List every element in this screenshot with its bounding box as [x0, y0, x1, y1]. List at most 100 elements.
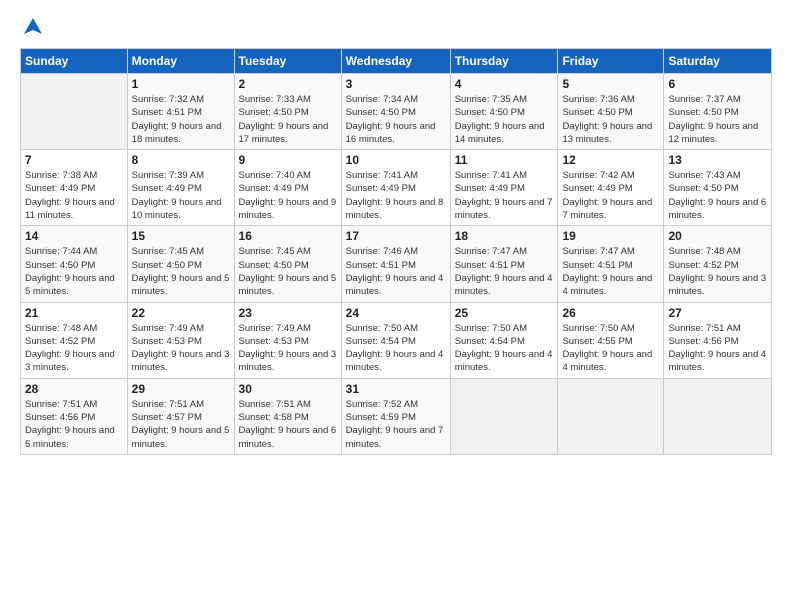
calendar-week-row: 21 Sunrise: 7:48 AM Sunset: 4:52 PM Dayli… [21, 302, 772, 378]
calendar-cell: 15Sunrise: 7:45 AM Sunset: 4:50 PM Dayli… [127, 226, 234, 302]
day-number: 26 [562, 306, 659, 320]
calendar-cell: 19 Sunrise: 7:47 AM Sunset: 4:51 PM Dayli… [558, 226, 664, 302]
day-number: 28 [25, 382, 123, 396]
calendar-cell: 7 Sunrise: 7:38 AM Sunset: 4:49 PM Daylig… [21, 150, 128, 226]
day-of-week-header: Wednesday [341, 49, 450, 74]
day-number: 29 [132, 382, 230, 396]
day-info: Sunrise: 7:47 AM Sunset: 4:51 PM Dayligh… [455, 245, 554, 298]
calendar-cell [450, 378, 558, 454]
day-number: 9 [239, 153, 337, 167]
day-info: Sunrise: 7:50 AM Sunset: 4:54 PM Dayligh… [455, 322, 554, 375]
day-number: 4 [455, 77, 554, 91]
day-info: Sunrise: 7:50 AM Sunset: 4:54 PM Dayligh… [346, 322, 446, 375]
day-info: Sunrise: 7:51 AM Sunset: 4:56 PM Dayligh… [668, 322, 767, 375]
calendar-week-row: 1 Sunrise: 7:32 AM Sunset: 4:51 PM Daylig… [21, 74, 772, 150]
day-number: 2 [239, 77, 337, 91]
calendar-week-row: 7 Sunrise: 7:38 AM Sunset: 4:49 PM Daylig… [21, 150, 772, 226]
calendar-week-row: 14 Sunrise: 7:44 AM Sunset: 4:50 PM Dayli… [21, 226, 772, 302]
day-info: Sunrise: 7:36 AM Sunset: 4:50 PM Dayligh… [562, 93, 659, 146]
calendar-cell: 2 Sunrise: 7:33 AM Sunset: 4:50 PM Daylig… [234, 74, 341, 150]
day-of-week-header: Friday [558, 49, 664, 74]
day-info: Sunrise: 7:51 AM Sunset: 4:56 PM Dayligh… [25, 398, 123, 451]
day-info: Sunrise: 7:51 AM Sunset: 4:58 PM Dayligh… [239, 398, 337, 451]
calendar-table: SundayMondayTuesdayWednesdayThursdayFrid… [20, 48, 772, 455]
day-number: 1 [132, 77, 230, 91]
day-info: Sunrise: 7:47 AM Sunset: 4:51 PM Dayligh… [562, 245, 659, 298]
calendar-cell [21, 74, 128, 150]
day-info: Sunrise: 7:50 AM Sunset: 4:55 PM Dayligh… [562, 322, 659, 375]
day-number: 6 [668, 77, 767, 91]
day-number: 27 [668, 306, 767, 320]
day-of-week-header: Saturday [664, 49, 772, 74]
calendar-cell: 21 Sunrise: 7:48 AM Sunset: 4:52 PM Dayli… [21, 302, 128, 378]
day-number: 7 [25, 153, 123, 167]
day-info: Sunrise: 7:41 AM Sunset: 4:49 PM Dayligh… [346, 169, 446, 222]
calendar-cell: 23 Sunrise: 7:49 AM Sunset: 4:53 PM Dayli… [234, 302, 341, 378]
calendar-cell: 22 Sunrise: 7:49 AM Sunset: 4:53 PM Dayli… [127, 302, 234, 378]
day-number: 17 [346, 229, 446, 243]
calendar-cell: 30 Sunrise: 7:51 AM Sunset: 4:58 PM Dayli… [234, 378, 341, 454]
day-number: 19 [562, 229, 659, 243]
day-info: Sunrise: 7:51 AM Sunset: 4:57 PM Dayligh… [132, 398, 230, 451]
calendar-cell: 8 Sunrise: 7:39 AM Sunset: 4:49 PM Daylig… [127, 150, 234, 226]
day-number: 22 [132, 306, 230, 320]
day-info: Sunrise: 7:37 AM Sunset: 4:50 PM Dayligh… [668, 93, 767, 146]
day-number: 24 [346, 306, 446, 320]
day-info: Sunrise: 7:42 AM Sunset: 4:49 PM Dayligh… [562, 169, 659, 222]
day-info: Sunrise: 7:44 AM Sunset: 4:50 PM Dayligh… [25, 245, 123, 298]
calendar-cell [558, 378, 664, 454]
day-info: Sunrise: 7:40 AM Sunset: 4:49 PM Dayligh… [239, 169, 337, 222]
calendar-cell: 27 Sunrise: 7:51 AM Sunset: 4:56 PM Dayli… [664, 302, 772, 378]
day-number: 20 [668, 229, 767, 243]
logo-icon [22, 16, 44, 38]
calendar-cell: 4 Sunrise: 7:35 AM Sunset: 4:50 PM Daylig… [450, 74, 558, 150]
calendar-cell [664, 378, 772, 454]
day-info: Sunrise: 7:49 AM Sunset: 4:53 PM Dayligh… [132, 322, 230, 375]
day-number: 21 [25, 306, 123, 320]
calendar-cell: 26 Sunrise: 7:50 AM Sunset: 4:55 PM Dayli… [558, 302, 664, 378]
calendar-week-row: 28 Sunrise: 7:51 AM Sunset: 4:56 PM Dayli… [21, 378, 772, 454]
calendar-cell: 11Sunrise: 7:41 AM Sunset: 4:49 PM Dayli… [450, 150, 558, 226]
day-info: Sunrise: 7:52 AM Sunset: 4:59 PM Dayligh… [346, 398, 446, 451]
day-info: Sunrise: 7:43 AM Sunset: 4:50 PM Dayligh… [668, 169, 767, 222]
calendar-cell: 5Sunrise: 7:36 AM Sunset: 4:50 PM Daylig… [558, 74, 664, 150]
calendar-cell: 28 Sunrise: 7:51 AM Sunset: 4:56 PM Dayli… [21, 378, 128, 454]
calendar-cell: 18 Sunrise: 7:47 AM Sunset: 4:51 PM Dayli… [450, 226, 558, 302]
calendar-cell: 13 Sunrise: 7:43 AM Sunset: 4:50 PM Dayli… [664, 150, 772, 226]
calendar-cell: 12 Sunrise: 7:42 AM Sunset: 4:49 PM Dayli… [558, 150, 664, 226]
calendar-cell: 29 Sunrise: 7:51 AM Sunset: 4:57 PM Dayli… [127, 378, 234, 454]
calendar-cell: 25 Sunrise: 7:50 AM Sunset: 4:54 PM Dayli… [450, 302, 558, 378]
day-of-week-header: Sunday [21, 49, 128, 74]
day-number: 8 [132, 153, 230, 167]
day-info: Sunrise: 7:35 AM Sunset: 4:50 PM Dayligh… [455, 93, 554, 146]
day-info: Sunrise: 7:48 AM Sunset: 4:52 PM Dayligh… [668, 245, 767, 298]
day-number: 16 [239, 229, 337, 243]
calendar-cell: 14 Sunrise: 7:44 AM Sunset: 4:50 PM Dayli… [21, 226, 128, 302]
calendar-cell: 24 Sunrise: 7:50 AM Sunset: 4:54 PM Dayli… [341, 302, 450, 378]
day-info: Sunrise: 7:49 AM Sunset: 4:53 PM Dayligh… [239, 322, 337, 375]
calendar-cell: 9 Sunrise: 7:40 AM Sunset: 4:49 PM Daylig… [234, 150, 341, 226]
day-info: Sunrise: 7:33 AM Sunset: 4:50 PM Dayligh… [239, 93, 337, 146]
day-number: 14 [25, 229, 123, 243]
calendar-cell: 10 Sunrise: 7:41 AM Sunset: 4:49 PM Dayli… [341, 150, 450, 226]
day-number: 10 [346, 153, 446, 167]
day-of-week-header: Tuesday [234, 49, 341, 74]
day-number: 25 [455, 306, 554, 320]
day-info: Sunrise: 7:39 AM Sunset: 4:49 PM Dayligh… [132, 169, 230, 222]
day-info: Sunrise: 7:48 AM Sunset: 4:52 PM Dayligh… [25, 322, 123, 375]
day-info: Sunrise: 7:32 AM Sunset: 4:51 PM Dayligh… [132, 93, 230, 146]
calendar-cell: 1 Sunrise: 7:32 AM Sunset: 4:51 PM Daylig… [127, 74, 234, 150]
calendar-cell: 16Sunrise: 7:45 AM Sunset: 4:50 PM Dayli… [234, 226, 341, 302]
page: SundayMondayTuesdayWednesdayThursdayFrid… [0, 0, 792, 612]
day-number: 18 [455, 229, 554, 243]
day-info: Sunrise: 7:38 AM Sunset: 4:49 PM Dayligh… [25, 169, 123, 222]
calendar-header-row: SundayMondayTuesdayWednesdayThursdayFrid… [21, 49, 772, 74]
day-number: 3 [346, 77, 446, 91]
day-number: 12 [562, 153, 659, 167]
calendar-cell: 31Sunrise: 7:52 AM Sunset: 4:59 PM Dayli… [341, 378, 450, 454]
day-number: 13 [668, 153, 767, 167]
day-number: 30 [239, 382, 337, 396]
day-number: 23 [239, 306, 337, 320]
day-info: Sunrise: 7:46 AM Sunset: 4:51 PM Dayligh… [346, 245, 446, 298]
logo [20, 16, 44, 36]
